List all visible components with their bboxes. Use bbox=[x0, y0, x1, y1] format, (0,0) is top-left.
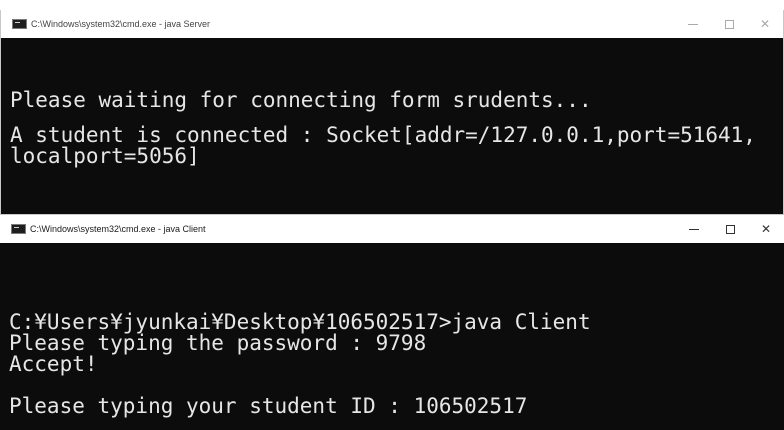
server-console-output[interactable]: Please waiting for connecting form srude… bbox=[1, 38, 783, 214]
client-minimize-button[interactable] bbox=[676, 215, 712, 243]
client-console-output[interactable]: C:¥Users¥jyunkai¥Desktop¥106502517>java … bbox=[0, 243, 784, 430]
cmd-console-icon bbox=[11, 224, 26, 234]
server-window-title: C:\Windows\system32\cmd.exe - java Serve… bbox=[31, 19, 211, 29]
maximize-icon bbox=[725, 224, 735, 234]
console-line: C:¥Users¥jyunkai¥Desktop¥106502517>java … bbox=[9, 310, 591, 334]
console-line: Please typing your student ID : 10650251… bbox=[9, 394, 528, 418]
client-console-window[interactable]: C:\Windows\system32\cmd.exe - java Clien… bbox=[0, 215, 784, 430]
console-line: A student is connected : Socket[addr=/12… bbox=[10, 123, 756, 147]
minimize-icon bbox=[688, 23, 698, 25]
client-window-title: C:\Windows\system32\cmd.exe - java Clien… bbox=[30, 224, 206, 234]
maximize-icon bbox=[724, 19, 734, 29]
client-window-controls: ✕ bbox=[676, 215, 784, 243]
minimize-icon bbox=[689, 228, 699, 230]
console-line: Please typing the password : 9798 bbox=[9, 331, 427, 355]
close-icon: ✕ bbox=[759, 17, 771, 31]
server-maximize-button[interactable] bbox=[711, 10, 747, 38]
console-line: Please waiting for connecting form srude… bbox=[10, 88, 592, 112]
client-title-bar[interactable]: C:\Windows\system32\cmd.exe - java Clien… bbox=[0, 215, 784, 243]
cmd-console-icon bbox=[12, 19, 27, 29]
client-maximize-button[interactable] bbox=[712, 215, 748, 243]
console-line: Accept! bbox=[9, 352, 98, 376]
server-title-bar[interactable]: C:\Windows\system32\cmd.exe - java Serve… bbox=[1, 10, 783, 38]
client-close-button[interactable]: ✕ bbox=[748, 215, 784, 243]
server-console-window[interactable]: C:\Windows\system32\cmd.exe - java Serve… bbox=[0, 10, 784, 215]
console-line: localport=5056] bbox=[10, 144, 200, 168]
server-close-button[interactable]: ✕ bbox=[747, 10, 783, 38]
close-icon: ✕ bbox=[760, 222, 772, 236]
server-window-controls: ✕ bbox=[675, 10, 783, 38]
server-minimize-button[interactable] bbox=[675, 10, 711, 38]
